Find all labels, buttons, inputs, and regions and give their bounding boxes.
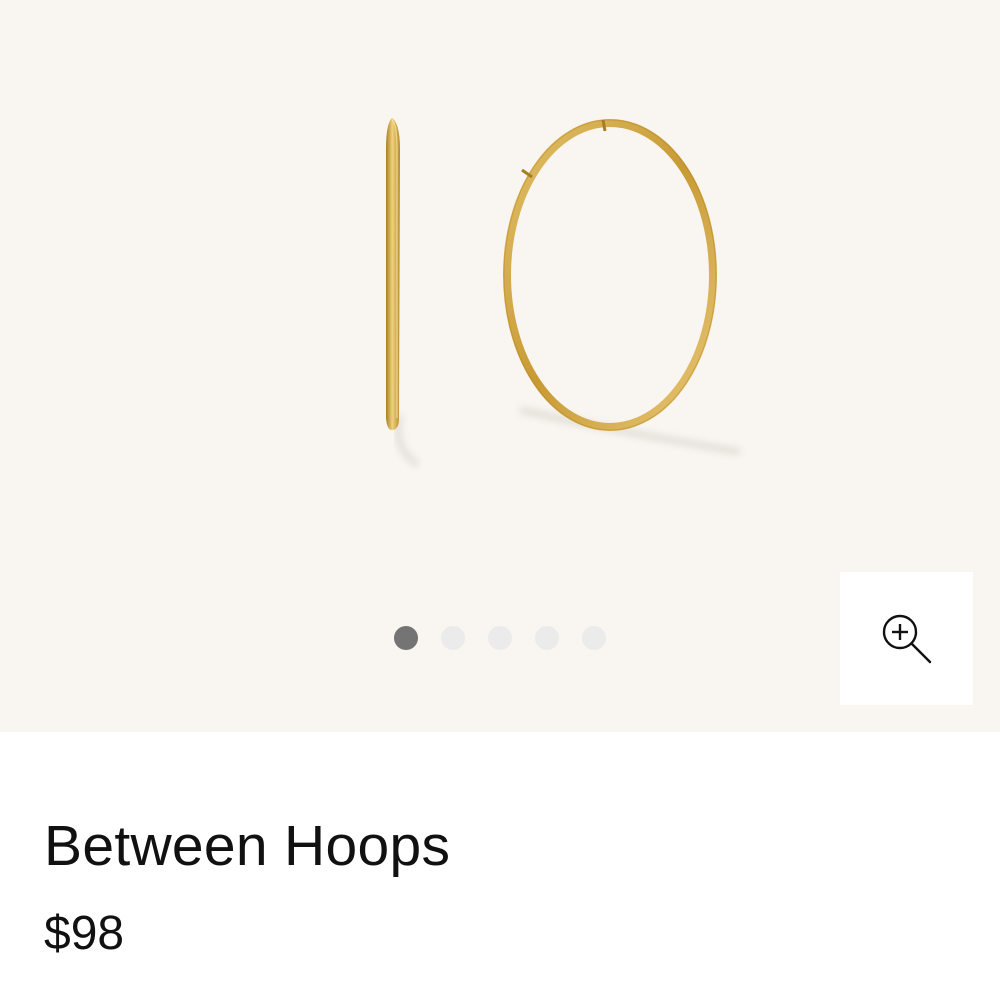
- zoom-in-icon: [882, 614, 931, 663]
- product-title: Between Hoops: [44, 814, 451, 878]
- carousel-dot-5[interactable]: [582, 626, 606, 650]
- product-gallery[interactable]: [0, 0, 1000, 732]
- carousel-dot-2[interactable]: [441, 626, 465, 650]
- carousel-dot-3[interactable]: [488, 626, 512, 650]
- carousel-dot-1[interactable]: [394, 626, 418, 650]
- carousel-dot-4[interactable]: [535, 626, 559, 650]
- product-price: $98: [44, 907, 125, 960]
- zoom-button[interactable]: [840, 572, 973, 705]
- carousel-pagination: [394, 626, 606, 650]
- product-page: Between Hoops $98: [0, 0, 1000, 1000]
